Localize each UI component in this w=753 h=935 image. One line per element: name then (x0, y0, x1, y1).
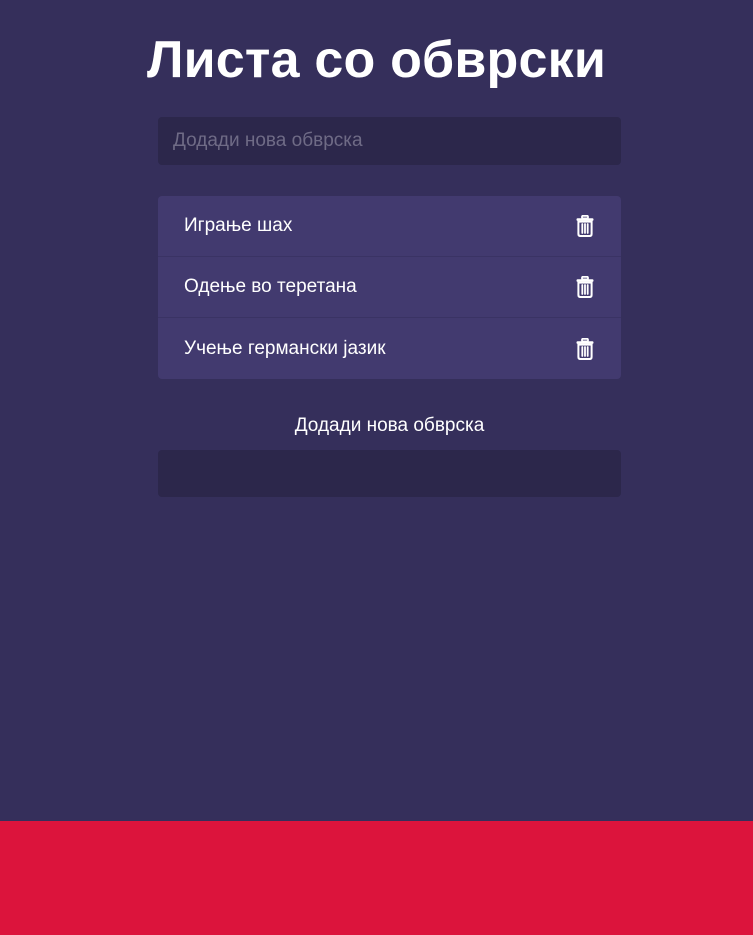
footer-form-label: Додади нова обврска (294, 415, 485, 436)
task-list: Играње шах Одење во теретана Учење герма… (158, 196, 621, 379)
page-title: Листа со обврски (146, 31, 607, 89)
footer-task-input[interactable] (158, 450, 621, 497)
delete-task-button[interactable] (574, 213, 596, 239)
task-item-gym: Одење во теретана (158, 257, 621, 318)
trash-icon (576, 337, 594, 360)
new-task-input[interactable] (158, 117, 621, 165)
task-label: Играње шах (184, 215, 293, 236)
task-item-german: Учење германски јазик (158, 318, 621, 379)
trash-icon (576, 276, 594, 298)
task-label: Учење германски јазик (184, 337, 386, 359)
delete-task-button[interactable] (574, 336, 596, 362)
task-label: Одење во теретана (184, 276, 357, 297)
task-item-chess: Играње шах (158, 196, 621, 257)
trash-icon (576, 215, 594, 237)
delete-task-button[interactable] (574, 274, 596, 300)
bottom-band (0, 821, 753, 935)
